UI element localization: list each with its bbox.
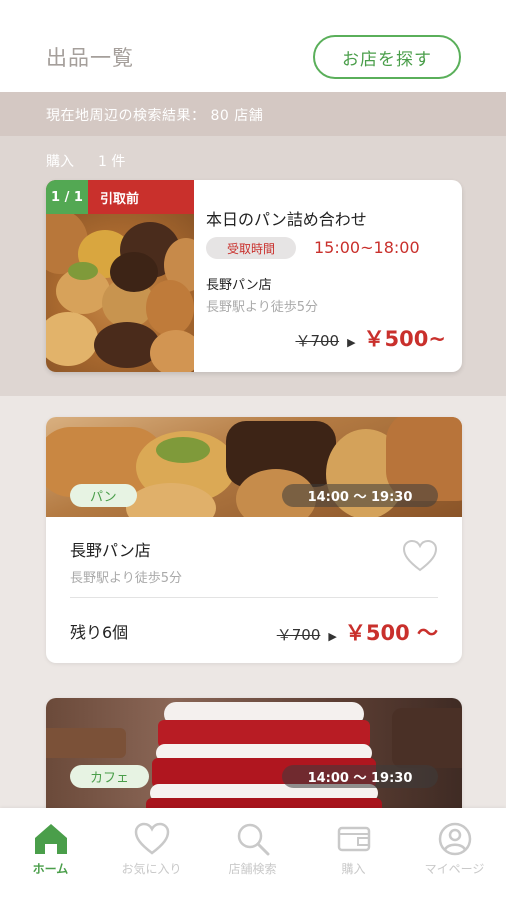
tab-label: 購入 (341, 862, 366, 876)
shop-card[interactable]: パン 14:00 〜 19:30 長野パン店 長野駅より徒歩5分 残り6個 ￥7… (46, 417, 462, 663)
search-result-text: 現在地周辺の検索結果： 80 店舗 (46, 108, 264, 124)
tab-mypage[interactable]: マイページ (404, 808, 505, 900)
purchase-item-name: 本日のパン詰め合わせ (206, 210, 367, 229)
shop-price: ￥700 ▶ ￥500 〜 (277, 617, 438, 647)
purchase-count-value: 1 件 (98, 154, 126, 170)
shop-station: 長野駅より徒歩5分 (70, 571, 183, 586)
app-header: 出品一覧 お店を探す (0, 0, 506, 92)
favorite-heart-icon[interactable] (402, 539, 438, 573)
tab-label: マイページ (424, 862, 485, 876)
purchase-card[interactable]: 1 / 1 引取前 本日のパン詰め合わせ 受取時間 15:00~18:00 長野… (46, 180, 462, 372)
purchase-price: ￥700 ▶ ￥500~ (295, 323, 446, 353)
hours-pill: 14:00 〜 19:30 (282, 765, 438, 788)
purchase-label: 購入 (46, 154, 74, 170)
search-icon (237, 823, 269, 856)
tab-purchases[interactable]: 購入 (303, 808, 404, 900)
pickup-time-label: 受取時間 (206, 237, 296, 259)
shop-cake-image (46, 698, 462, 808)
pickup-status-badge: 引取前 (88, 180, 194, 214)
hours-pill: 14:00 〜 19:30 (282, 484, 438, 507)
tab-label: 店舗検索 (228, 862, 277, 876)
discount-price: ￥500 〜 (344, 621, 438, 645)
price-arrow-icon: ▶ (328, 630, 337, 643)
category-pill: カフェ (70, 765, 150, 788)
original-price: ￥700 (295, 332, 340, 350)
category-pill: パン (70, 484, 137, 507)
purchase-count: 購入 1 件 (46, 151, 125, 171)
user-icon (438, 822, 471, 856)
tab-shop-search[interactable]: 店舗検索 (202, 808, 303, 900)
tab-home[interactable]: ホーム (0, 808, 101, 900)
purchase-section: 購入 1 件 1 / 1 引取前 本日のパン詰め合わせ 受取時間 15:00~18… (0, 136, 506, 396)
card-divider (70, 597, 438, 598)
remaining-count: 残り6個 (70, 623, 129, 642)
pickup-time: 15:00~18:00 (314, 238, 420, 257)
tab-label: お気に入り (121, 862, 182, 876)
purchase-shop-station: 長野駅より徒歩5分 (206, 300, 319, 315)
shop-name: 長野パン店 (70, 541, 151, 560)
heart-icon (134, 822, 169, 855)
tab-favorites[interactable]: お気に入り (101, 808, 202, 900)
wallet-icon (337, 826, 370, 852)
home-icon (34, 824, 67, 854)
search-result-bar: 現在地周辺の検索結果： 80 店舗 (0, 92, 506, 136)
find-shop-button[interactable]: お店を探す (313, 35, 461, 79)
purchase-status-badge: 1 / 1 引取前 (46, 180, 194, 214)
purchase-count-badge: 1 / 1 (46, 180, 88, 214)
purchase-shop-name: 長野パン店 (206, 278, 272, 293)
page-title: 出品一覧 (46, 46, 134, 70)
tab-label: ホーム (32, 862, 69, 876)
bottom-tab-bar: ホーム お気に入り 店舗検索 購入 マイページ (0, 808, 506, 900)
price-arrow-icon: ▶ (347, 336, 356, 349)
discount-price: ￥500~ (363, 327, 446, 351)
original-price: ￥700 (276, 626, 321, 644)
